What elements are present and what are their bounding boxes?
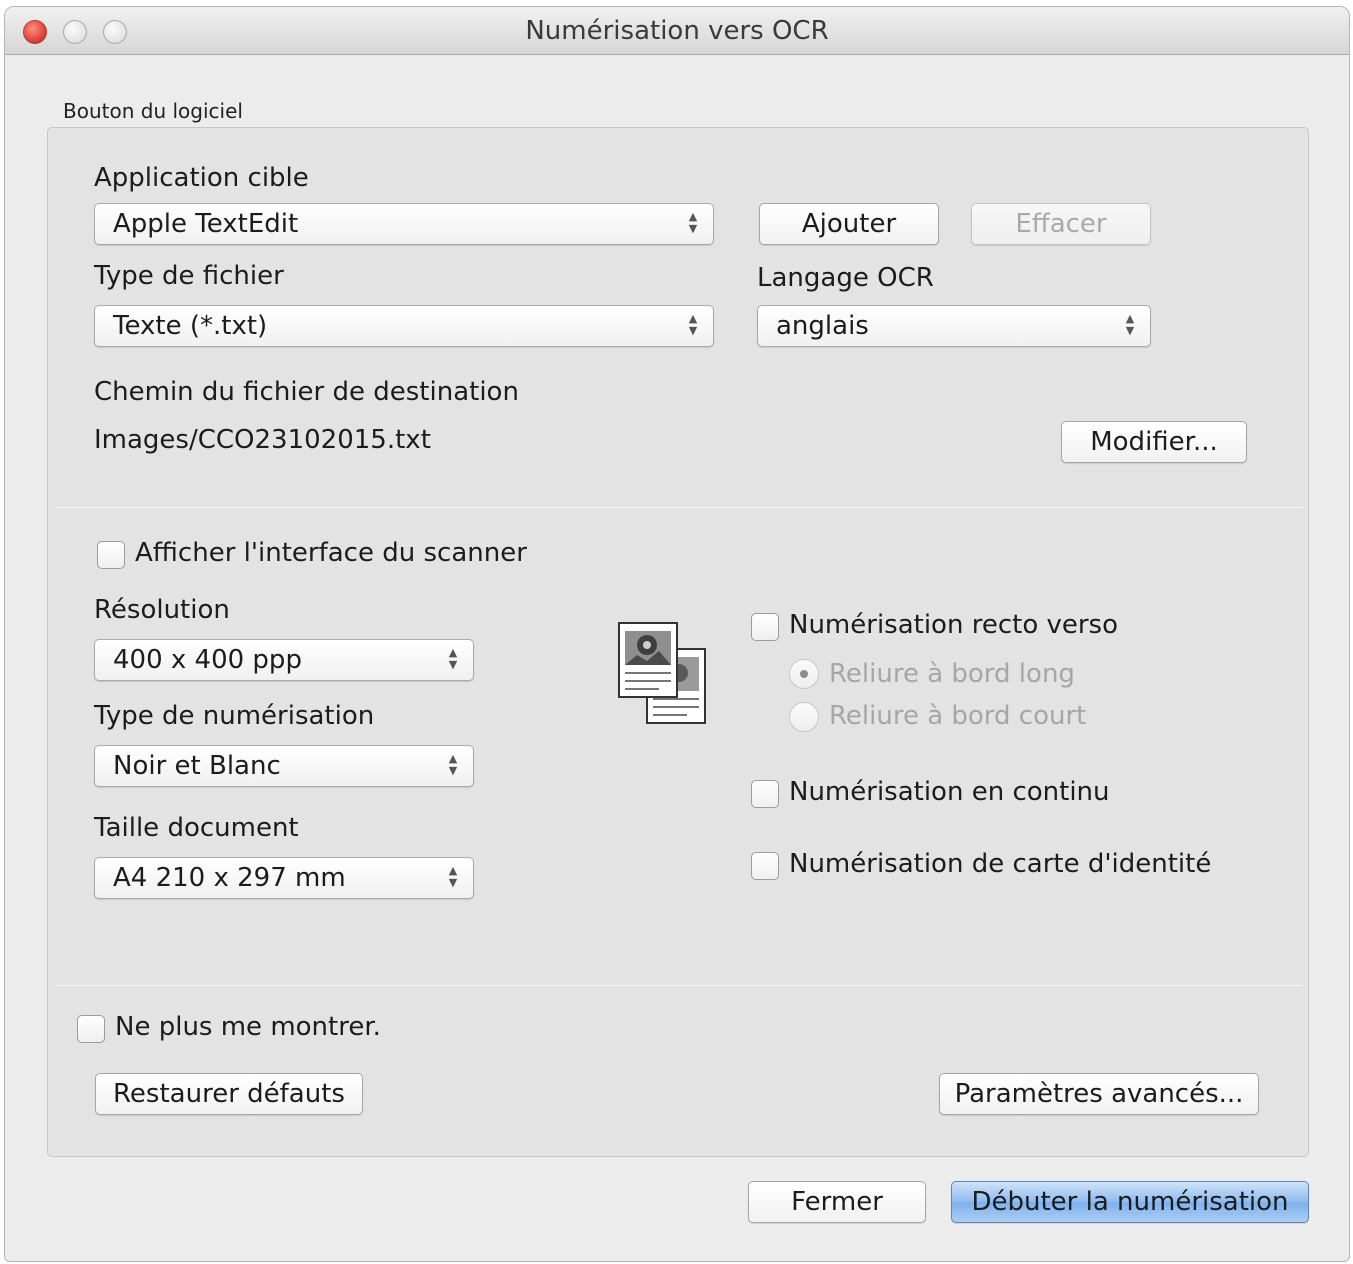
ocr-language-value: anglais [776,311,869,341]
dont-show-checkbox[interactable] [77,1015,105,1043]
up-down-arrows-icon: ▲ ▼ [448,864,458,889]
short-edge-radio[interactable] [789,702,819,732]
dont-show-label: Ne plus me montrer. [115,1012,381,1042]
scan-to-ocr-dialog: Numérisation vers OCR Bouton du logiciel… [4,6,1350,1262]
start-scan-button[interactable]: Débuter la numérisation [951,1181,1309,1223]
target-app-value: Apple TextEdit [113,209,299,239]
resolution-value: 400 x 400 ppp [113,645,302,675]
id-card-checkbox[interactable] [751,852,779,880]
doc-size-value: A4 210 x 297 mm [113,863,346,893]
window-title: Numérisation vers OCR [525,16,829,46]
ocr-language-select[interactable]: anglais ▲ ▼ [757,305,1151,347]
file-type-value: Texte (*.txt) [113,311,268,341]
add-button[interactable]: Ajouter [759,203,939,245]
doc-size-label: Taille document [94,813,299,843]
duplex-checkbox[interactable] [751,613,779,641]
modify-button[interactable]: Modifier... [1061,421,1247,463]
radio-selected-dot [800,670,808,678]
ocr-language-label: Langage OCR [757,263,934,293]
advanced-settings-button[interactable]: Paramètres avancés... [939,1073,1259,1115]
short-edge-label: Reliure à bord court [829,701,1087,731]
divider [55,985,1303,986]
long-edge-radio[interactable] [789,659,819,689]
resolution-label: Résolution [94,595,230,625]
file-type-select[interactable]: Texte (*.txt) ▲ ▼ [94,305,714,347]
scan-type-label: Type de numérisation [94,701,375,731]
scan-type-select[interactable]: Noir et Blanc ▲ ▼ [94,745,474,787]
continuous-checkbox[interactable] [751,780,779,808]
up-down-arrows-icon: ▲ ▼ [448,646,458,671]
resolution-select[interactable]: 400 x 400 ppp ▲ ▼ [94,639,474,681]
continuous-label: Numérisation en continu [789,777,1110,807]
delete-button[interactable]: Effacer [971,203,1151,245]
target-app-select[interactable]: Apple TextEdit ▲ ▼ [94,203,714,245]
title-bar: Numérisation vers OCR [5,7,1349,55]
id-card-label: Numérisation de carte d'identité [789,849,1212,879]
scanner-ui-label: Afficher l'interface du scanner [135,538,527,568]
long-edge-label: Reliure à bord long [829,659,1075,689]
duplex-label: Numérisation recto verso [789,610,1119,640]
group-label: Bouton du logiciel [63,99,243,123]
up-down-arrows-icon: ▲ ▼ [688,312,698,337]
duplex-document-icon [618,622,706,724]
scan-type-value: Noir et Blanc [113,751,281,781]
up-down-arrows-icon: ▲ ▼ [1125,312,1135,337]
scanner-ui-checkbox[interactable] [97,541,125,569]
up-down-arrows-icon: ▲ ▼ [688,210,698,235]
doc-size-select[interactable]: A4 210 x 297 mm ▲ ▼ [94,857,474,899]
destination-label: Chemin du fichier de destination [94,377,519,407]
destination-path: Images/CCO23102015.txt [94,425,431,455]
divider [55,507,1303,508]
target-app-label: Application cible [94,163,309,193]
up-down-arrows-icon: ▲ ▼ [448,752,458,777]
restore-defaults-button[interactable]: Restaurer défauts [95,1073,363,1115]
close-button[interactable]: Fermer [748,1181,926,1223]
file-type-label: Type de fichier [94,261,284,291]
